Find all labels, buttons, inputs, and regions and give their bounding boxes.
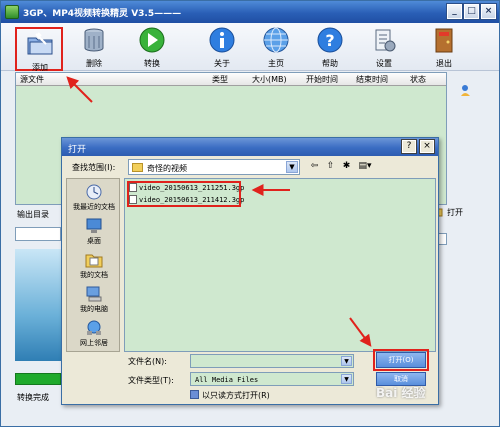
column-source-file[interactable]: 源文件 (20, 74, 44, 85)
close-button[interactable]: × (480, 3, 497, 20)
place-recent-label: 我最近的文档 (73, 203, 115, 211)
readonly-checkbox[interactable] (190, 390, 199, 399)
delete-button[interactable]: 删除 (71, 25, 117, 69)
play-icon (139, 27, 165, 53)
add-folder-icon (27, 32, 53, 55)
desktop-icon (86, 218, 102, 233)
globe-icon (263, 27, 289, 53)
preview-image (15, 249, 61, 361)
chevron-down-icon[interactable]: ▼ (286, 161, 298, 173)
open-output-label: 打开 (447, 208, 463, 217)
home-label: 主页 (268, 59, 284, 68)
svg-text:?: ? (325, 31, 334, 50)
info-icon (209, 27, 235, 53)
settings-button[interactable]: 设置 (361, 25, 407, 69)
column-status[interactable]: 状态 (410, 74, 426, 85)
dialog-title: 打开 (68, 145, 87, 155)
recent-documents-icon (86, 184, 102, 200)
main-window: 3GP、MP4视频转换精灵 V3.5——— _ □ × 添加 删除 转换 关于 … (0, 0, 500, 427)
network-icon (87, 320, 101, 335)
minimize-button[interactable]: _ (446, 3, 463, 20)
new-folder-icon[interactable]: ✱ (340, 160, 353, 173)
filetype-select[interactable]: All Media Files ▼ (190, 372, 354, 386)
help-button[interactable]: ? 帮助 (307, 25, 353, 69)
side-tool-icon[interactable] (459, 83, 473, 97)
output-dir-field[interactable] (15, 227, 61, 241)
chevron-down-icon[interactable]: ▼ (341, 356, 352, 366)
filename-label: 文件名(N): (128, 357, 167, 366)
home-button[interactable]: 主页 (253, 25, 299, 69)
look-in-select[interactable]: 奇怪的视频 ▼ (128, 159, 300, 175)
readonly-label: 以只读方式打开(R) (202, 391, 270, 400)
status-text: 转换完成 (17, 393, 49, 402)
help-icon: ? (317, 27, 343, 53)
about-button[interactable]: 关于 (199, 25, 245, 69)
column-type[interactable]: 类型 (212, 74, 228, 85)
column-start-time[interactable]: 开始时间 (306, 74, 338, 85)
place-my-documents-label: 我的文档 (80, 271, 108, 279)
dialog-help-button[interactable]: ? (401, 139, 417, 154)
places-bar: 我最近的文档 桌面 我的文档 我的电脑 网上邻居 (66, 178, 120, 352)
view-menu-icon[interactable]: ▤▾ (356, 160, 374, 173)
look-in-value: 奇怪的视频 (147, 164, 187, 173)
title-bar: 3GP、MP4视频转换精灵 V3.5——— _ □ × (1, 1, 499, 23)
app-icon (5, 5, 19, 19)
add-button[interactable]: 添加 (15, 27, 63, 72)
place-network-label: 网上邻居 (80, 339, 108, 347)
look-in-label: 查找范围(I): (72, 163, 116, 172)
place-my-computer-label: 我的电脑 (80, 305, 108, 313)
window-title: 3GP、MP4视频转换精灵 V3.5——— (23, 9, 182, 19)
column-end-time[interactable]: 结束时间 (356, 74, 388, 85)
dialog-open-button[interactable]: 打开(O) (376, 352, 426, 368)
filetype-value: All Media Files (195, 376, 259, 384)
convert-label: 转换 (144, 59, 160, 68)
up-folder-icon[interactable]: ⇧ (324, 160, 337, 173)
open-dialog: 打开 ? × 查找范围(I): 奇怪的视频 ▼ ⇦ ⇧ ✱ ▤▾ 我最近的文档 (61, 137, 439, 405)
maximize-button[interactable]: □ (463, 3, 480, 20)
chevron-down-icon[interactable]: ▼ (341, 374, 352, 384)
files-highlight-box (127, 181, 241, 207)
settings-label: 设置 (376, 59, 392, 68)
watermark: Bai 经验 (376, 386, 426, 400)
file-browser-list[interactable]: video_20150613_211251.3gp video_20150613… (124, 178, 436, 352)
dialog-title-bar: 打开 ? × (62, 138, 438, 156)
settings-icon (375, 29, 396, 52)
dialog-close-button[interactable]: × (419, 139, 435, 154)
my-documents-icon (85, 254, 103, 268)
file-list-header: 源文件 类型 大小(MB) 开始时间 结束时间 状态 (16, 73, 446, 86)
about-label: 关于 (214, 59, 230, 68)
column-size[interactable]: 大小(MB) (252, 74, 287, 85)
convert-button[interactable]: 转换 (129, 25, 175, 69)
exit-button[interactable]: 退出 (421, 25, 467, 69)
my-computer-icon (86, 286, 102, 302)
toolbar: 添加 删除 转换 关于 主页 ? 帮助 设置 退出 (1, 23, 499, 72)
progress-bar (15, 373, 61, 385)
delete-label: 删除 (86, 59, 102, 68)
exit-label: 退出 (436, 59, 452, 68)
filetype-label: 文件类型(T): (128, 376, 174, 385)
help-label: 帮助 (322, 59, 338, 68)
filename-field[interactable]: ▼ (190, 354, 354, 368)
trash-icon (84, 28, 104, 52)
place-desktop-label: 桌面 (87, 237, 101, 245)
folder-icon (132, 163, 143, 172)
output-dir-label: 输出目录 (17, 210, 49, 219)
back-icon[interactable]: ⇦ (308, 160, 321, 173)
exit-door-icon (435, 28, 453, 53)
